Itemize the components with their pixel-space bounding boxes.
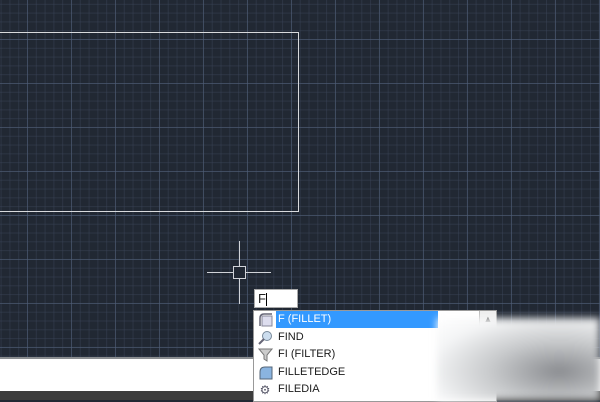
input-value: F xyxy=(258,291,266,306)
filletedge-icon xyxy=(257,365,273,380)
drawn-rectangle[interactable] xyxy=(0,32,299,212)
blurred-overlay xyxy=(437,318,600,400)
find-icon xyxy=(257,330,273,345)
dynamic-input-field[interactable]: F xyxy=(254,289,298,308)
filter-icon xyxy=(257,347,273,363)
fillet-icon xyxy=(257,312,273,327)
drawing-canvas[interactable] xyxy=(0,0,600,358)
gear-icon: ⚙ xyxy=(259,382,271,397)
